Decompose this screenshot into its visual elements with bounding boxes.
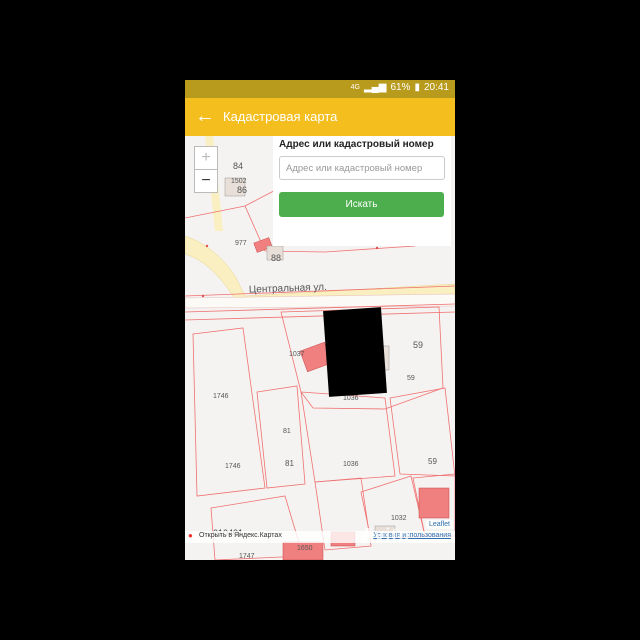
zoom-out-button[interactable]: − <box>194 169 218 193</box>
signal-4g-label: 4G <box>350 84 360 91</box>
leaflet-attribution[interactable]: Leaflet <box>425 520 453 529</box>
parcel-label: 84 <box>233 161 243 171</box>
parcel-label: 1650 <box>297 545 313 552</box>
search-button[interactable]: Искать <box>279 192 444 217</box>
parcel-label: 1036 <box>343 461 359 468</box>
parcel-label: 88 <box>271 253 281 263</box>
search-input[interactable] <box>279 156 445 180</box>
clock: 20:41 <box>423 82 449 93</box>
zoom-in-button[interactable]: + <box>194 146 218 170</box>
page-title: Кадастровая карта <box>223 109 338 124</box>
parcel-label: 59 <box>413 340 423 350</box>
map-attribution-bar: ● Открыть в Яндекс.Картах Условия исполь… <box>185 531 455 543</box>
parcel-label: 1746 <box>213 393 229 400</box>
phone-screen: 4G ▂▄▆ 61% ▮ 20:41 ← Кадастровая карта Ц… <box>185 80 455 560</box>
back-arrow-icon[interactable]: ← <box>195 106 215 126</box>
redaction-box <box>323 307 387 397</box>
status-bar: 4G ▂▄▆ 61% ▮ 20:41 <box>185 80 455 98</box>
app-bar: ← Кадастровая карта <box>185 98 455 136</box>
parcel-label: 1032 <box>391 515 407 522</box>
yandex-pin-icon: ● <box>188 531 193 540</box>
parcel-label: 1747 <box>239 553 255 560</box>
open-in-yandex-link[interactable]: Открыть в Яндекс.Картах <box>199 532 282 539</box>
battery-icon: ▮ <box>414 82 420 93</box>
parcel-label: 59 <box>428 457 437 466</box>
parcel-label: 1037 <box>289 351 305 358</box>
battery-level: 61% <box>390 82 411 93</box>
parcel-label: 1746 <box>225 463 241 470</box>
parcel-label: 81 <box>283 428 291 435</box>
parcel-label: 1502 <box>231 178 247 185</box>
parcel-label: 59 <box>407 375 415 382</box>
avito-watermark: Avito <box>361 525 411 545</box>
search-panel: Адрес или кадастровый номер Искать <box>273 136 451 246</box>
parcel-label: 977 <box>235 240 247 247</box>
search-label: Адрес или кадастровый номер <box>279 139 434 150</box>
parcel-label: 1036 <box>343 395 359 402</box>
parcel-label: 81 <box>285 459 294 468</box>
signal-icon: ▂▄▆ <box>363 82 387 93</box>
parcel-label: 86 <box>237 185 247 195</box>
